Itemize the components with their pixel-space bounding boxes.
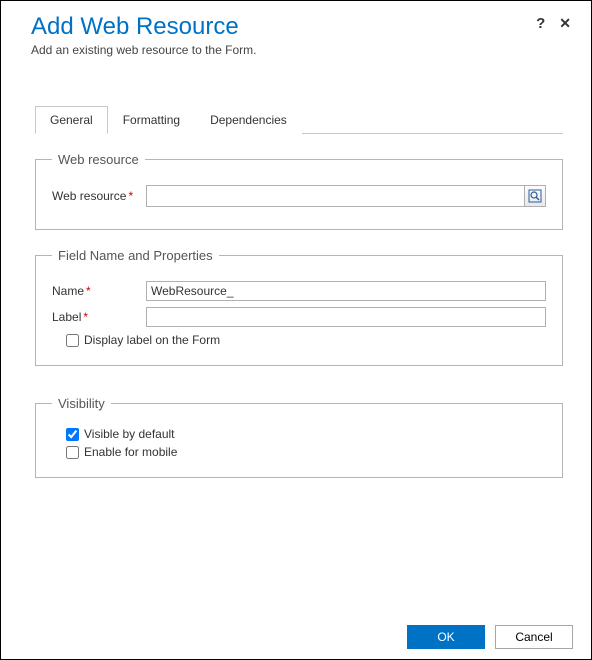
legend-visibility: Visibility: [52, 396, 111, 411]
dialog-header: Add Web Resource Add an existing web res…: [1, 1, 591, 65]
group-web-resource: Web resource Web resource*: [35, 152, 563, 230]
lookup-icon[interactable]: [524, 185, 546, 207]
cancel-button[interactable]: Cancel: [495, 625, 573, 649]
visible-default-checkbox[interactable]: [66, 428, 79, 441]
tab-dependencies[interactable]: Dependencies: [195, 106, 302, 134]
display-label-checkbox[interactable]: [66, 334, 79, 347]
tab-strip: General Formatting Dependencies: [35, 105, 563, 134]
label-name: Name*: [52, 284, 146, 298]
legend-field-properties: Field Name and Properties: [52, 248, 219, 263]
dialog-title: Add Web Resource: [31, 13, 571, 41]
enable-mobile-text: Enable for mobile: [84, 445, 177, 459]
name-input[interactable]: [146, 281, 546, 301]
group-field-properties: Field Name and Properties Name* Label* D…: [35, 248, 563, 366]
ok-button[interactable]: OK: [407, 625, 485, 649]
label-web-resource: Web resource*: [52, 189, 146, 203]
group-visibility: Visibility Visible by default Enable for…: [35, 396, 563, 478]
add-web-resource-dialog: Add Web Resource Add an existing web res…: [0, 0, 592, 660]
label-label: Label*: [52, 310, 146, 324]
dialog-content: General Formatting Dependencies Web reso…: [1, 65, 591, 478]
help-icon[interactable]: ?: [536, 15, 545, 32]
display-label-text: Display label on the Form: [84, 333, 220, 347]
dialog-subtitle: Add an existing web resource to the Form…: [31, 43, 571, 57]
close-icon[interactable]: ✕: [559, 15, 571, 32]
web-resource-input[interactable]: [146, 185, 524, 207]
tab-formatting[interactable]: Formatting: [108, 106, 195, 134]
legend-web-resource: Web resource: [52, 152, 145, 167]
dialog-footer: OK Cancel: [407, 625, 573, 649]
label-input[interactable]: [146, 307, 546, 327]
visible-default-text: Visible by default: [84, 427, 175, 441]
enable-mobile-checkbox[interactable]: [66, 446, 79, 459]
tab-general[interactable]: General: [35, 106, 108, 134]
